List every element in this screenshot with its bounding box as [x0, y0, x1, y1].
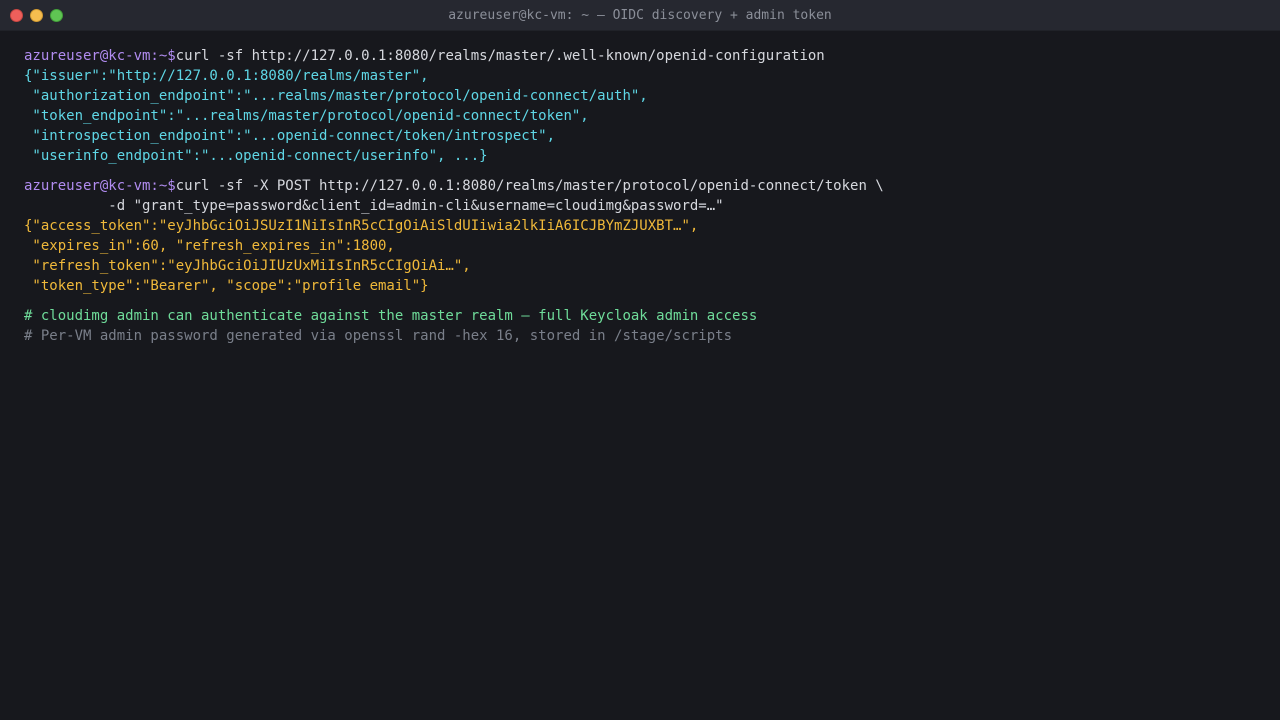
terminal-output[interactable]: azureuser@kc-vm:~$curl -sf http://127.0.… — [24, 46, 1256, 346]
command-text: curl -sf http://127.0.0.1:8080/realms/ma… — [175, 48, 825, 64]
command-line: azureuser@kc-vm:~$curl -sf http://127.0.… — [24, 46, 1256, 66]
shell-prompt: azureuser@kc-vm:~$ — [24, 178, 176, 194]
command-line: azureuser@kc-vm:~$curl -sf -X POST http:… — [24, 176, 1256, 196]
output-line: "expires_in":60, "refresh_expires_in":18… — [24, 238, 395, 254]
title-bar: azureuser@kc-vm: ~ — OIDC discovery + ad… — [0, 0, 1280, 31]
output-line: "authorization_endpoint":"...realms/mast… — [24, 88, 648, 104]
output-line: "token_endpoint":"...realms/master/proto… — [24, 108, 589, 124]
shell-prompt: azureuser@kc-vm:~$ — [24, 48, 176, 64]
window-title: azureuser@kc-vm: ~ — OIDC discovery + ad… — [448, 8, 832, 23]
command-text: curl -sf -X POST http://127.0.0.1:8080/r… — [175, 178, 884, 194]
command-continuation: -d "grant_type=password&client_id=admin-… — [24, 198, 724, 214]
output-line: "refresh_token":"eyJhbGciOiJIUzUxMiIsInR… — [24, 258, 471, 274]
output-line: {"access_token":"eyJhbGciOiJSUzI1NiIsInR… — [24, 218, 699, 234]
output-line: {"issuer":"http://127.0.0.1:8080/realms/… — [24, 68, 429, 84]
output-line: "introspection_endpoint":"...openid-conn… — [24, 128, 556, 144]
output-line: "token_type":"Bearer", "scope":"profile … — [24, 278, 429, 294]
comment-note: # Per-VM admin password generated via op… — [24, 328, 733, 344]
terminal-window: azureuser@kc-vm: ~ — OIDC discovery + ad… — [0, 0, 1280, 720]
output-line: "userinfo_endpoint":"...openid-connect/u… — [24, 148, 488, 164]
comment-highlight: # cloudimg admin can authenticate agains… — [24, 308, 758, 324]
